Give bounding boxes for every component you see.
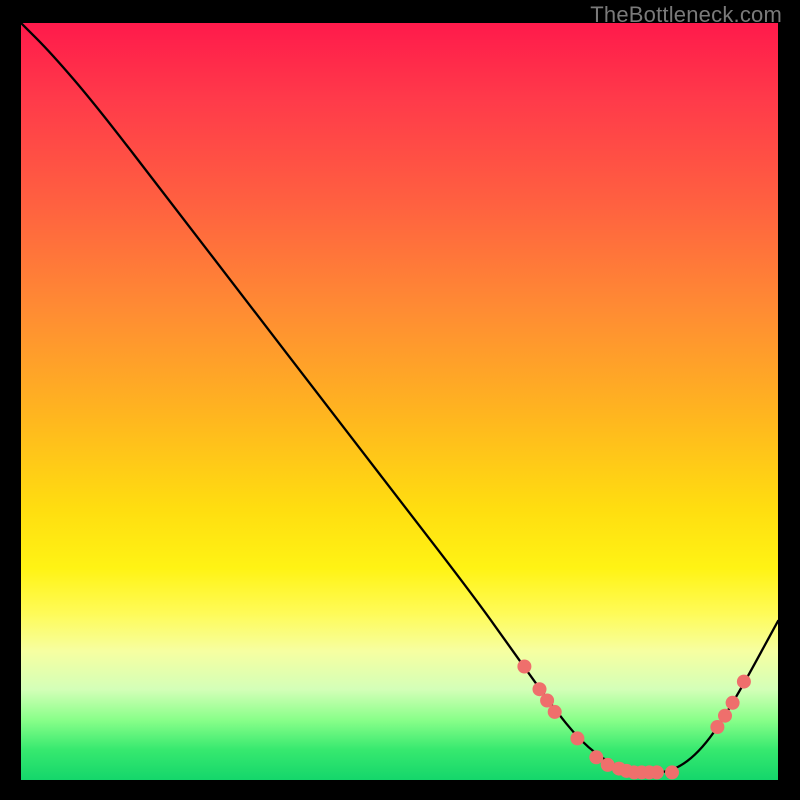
plot-area bbox=[21, 23, 778, 780]
data-marker bbox=[548, 705, 562, 719]
data-marker bbox=[665, 765, 679, 779]
data-marker bbox=[589, 750, 603, 764]
data-marker bbox=[650, 765, 664, 779]
bottleneck-curve bbox=[21, 23, 778, 772]
data-marker bbox=[737, 675, 751, 689]
chart-stage: TheBottleneck.com bbox=[0, 0, 800, 800]
data-marker bbox=[540, 694, 554, 708]
data-marker bbox=[718, 709, 732, 723]
curve-overlay bbox=[21, 23, 778, 780]
data-marker bbox=[570, 731, 584, 745]
watermark-label: TheBottleneck.com bbox=[590, 2, 782, 28]
data-marker bbox=[517, 660, 531, 674]
data-marker bbox=[726, 696, 740, 710]
